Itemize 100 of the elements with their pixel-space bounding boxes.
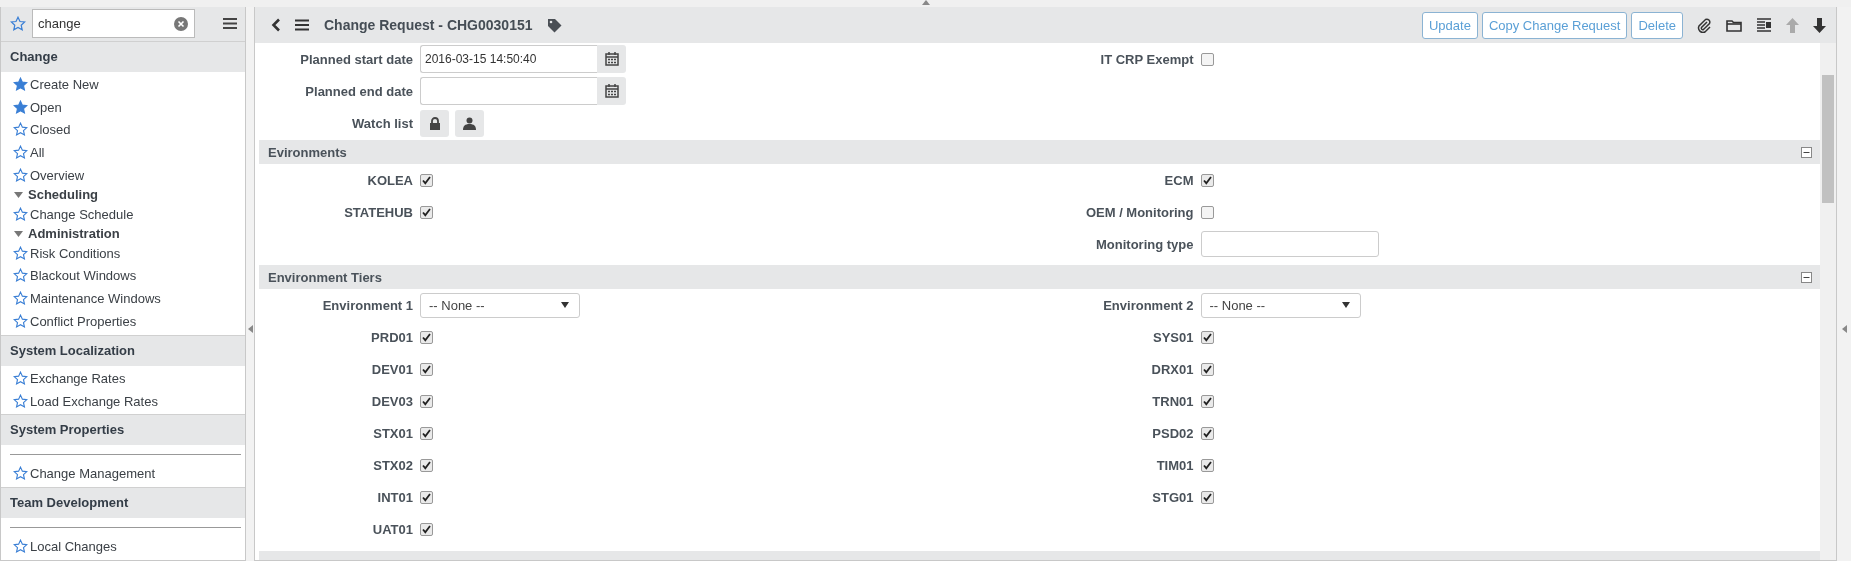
down-arrow-icon[interactable] [1813,17,1826,33]
checkbox[interactable] [1200,330,1214,344]
nav-link[interactable]: Exchange Rates [30,370,126,386]
checkbox[interactable] [420,362,433,376]
add-user-button[interactable] [455,109,484,137]
field-label: KOLEA [366,172,414,188]
nav-link[interactable]: Overview [30,167,85,183]
lock-button[interactable] [420,109,449,137]
collapse-icon[interactable] [1801,271,1812,283]
star-icon[interactable] [13,393,28,409]
nav-link[interactable]: All [30,145,45,161]
star-icon[interactable] [13,167,28,183]
field-label: TRN01 [1151,393,1195,409]
star-icon[interactable] [13,145,28,161]
star-icon[interactable] [13,466,28,482]
menu-icon[interactable] [223,18,237,30]
checkbox[interactable] [420,522,433,536]
checkbox[interactable] [1200,173,1214,187]
checkbox[interactable] [420,205,433,219]
caret-icon[interactable] [921,0,930,5]
nav-link[interactable]: Create New [30,76,99,92]
search-field[interactable]: change [32,9,195,39]
field-label: DEV03 [370,393,414,409]
nav-link[interactable]: Load Exchange Rates [30,393,158,409]
star-icon[interactable] [13,268,28,284]
activity-stream-icon[interactable] [1756,18,1772,32]
star-icon[interactable] [13,76,28,92]
calendar-button[interactable] [597,45,626,73]
paperclip-icon[interactable] [1697,17,1712,33]
checkbox[interactable] [1200,362,1214,376]
field-label: Planned end date [304,83,414,99]
star-icon[interactable] [13,206,28,222]
nav-link[interactable]: Change Management [30,466,156,482]
select-field[interactable]: -- None -- [420,292,580,318]
checkbox[interactable] [420,394,433,408]
date-field[interactable]: 2016-03-15 14:50:40 [420,45,597,73]
star-icon[interactable] [13,99,28,115]
caret-icon[interactable] [14,230,23,237]
folder-icon[interactable] [1726,18,1742,32]
field-label: STG01 [1151,489,1195,505]
checkbox[interactable] [1200,52,1214,66]
checkbox[interactable] [1200,394,1214,408]
back-icon[interactable] [271,18,281,32]
clear-icon[interactable] [174,16,188,31]
checkbox[interactable] [420,330,433,344]
nav-link[interactable]: Closed [30,122,71,138]
field-label: PSD02 [1151,425,1195,441]
section-header[interactable]: Change [1,41,245,72]
section-title: Environment Tiers [268,269,382,285]
select-field[interactable]: -- None -- [1200,292,1361,318]
date-field[interactable] [420,77,597,105]
nav-link[interactable]: Conflict Properties [30,313,137,329]
section-title: Evironments [268,144,347,160]
nav-link[interactable]: Blackout Windows [30,268,137,284]
star-icon[interactable] [13,291,28,307]
nav-link[interactable]: Risk Conditions [30,245,121,261]
user-icon [463,116,476,130]
star-icon[interactable] [13,370,28,386]
caret-icon[interactable] [14,191,23,198]
checkbox[interactable] [1200,205,1214,219]
nav-link[interactable]: Local Changes [30,539,117,555]
scrollbar-thumb[interactable] [1822,75,1834,203]
checkbox[interactable] [420,426,433,440]
star-icon[interactable] [13,539,28,555]
menu-icon[interactable] [295,19,309,31]
group-label[interactable]: Administration [28,226,120,242]
field-label: PRD01 [370,329,414,345]
field-label: IT CRP Exempt [1099,51,1195,67]
star-icon[interactable] [10,15,26,32]
section-header[interactable]: Team Development [1,487,245,519]
field-label: INT01 [376,489,414,505]
checkbox[interactable] [1200,490,1214,504]
nav-link[interactable]: Open [30,99,62,115]
star-icon[interactable] [13,122,28,138]
field-label: DEV01 [370,361,414,377]
field-label: Environment 2 [1102,297,1195,313]
collapse-caret-icon[interactable] [1841,325,1847,333]
checkbox[interactable] [1200,426,1214,440]
checkbox[interactable] [1200,458,1214,472]
field-label: STATEHUB [343,204,414,220]
star-icon[interactable] [13,245,28,261]
nav-link[interactable]: Maintenance Windows [30,291,161,307]
section-header[interactable]: System Localization [1,334,245,366]
star-icon[interactable] [13,313,28,329]
input-field[interactable] [1200,231,1379,257]
tag-icon[interactable] [546,17,562,33]
field-label: Environment 1 [321,297,414,313]
checkbox[interactable] [420,173,433,187]
group-label[interactable]: Scheduling [28,187,99,203]
nav-link[interactable]: Change Schedule [30,206,134,222]
field-label: UAT01 [371,521,414,537]
calendar-button[interactable] [597,77,626,105]
checkbox[interactable] [420,490,433,504]
collapse-icon[interactable] [1801,146,1812,158]
field-label: SYS01 [1152,329,1195,345]
field-label: STX02 [372,457,414,473]
lock-icon [428,116,441,130]
checkbox[interactable] [420,458,433,472]
field-label: DRX01 [1150,361,1195,377]
section-header[interactable]: System Properties [1,414,245,446]
